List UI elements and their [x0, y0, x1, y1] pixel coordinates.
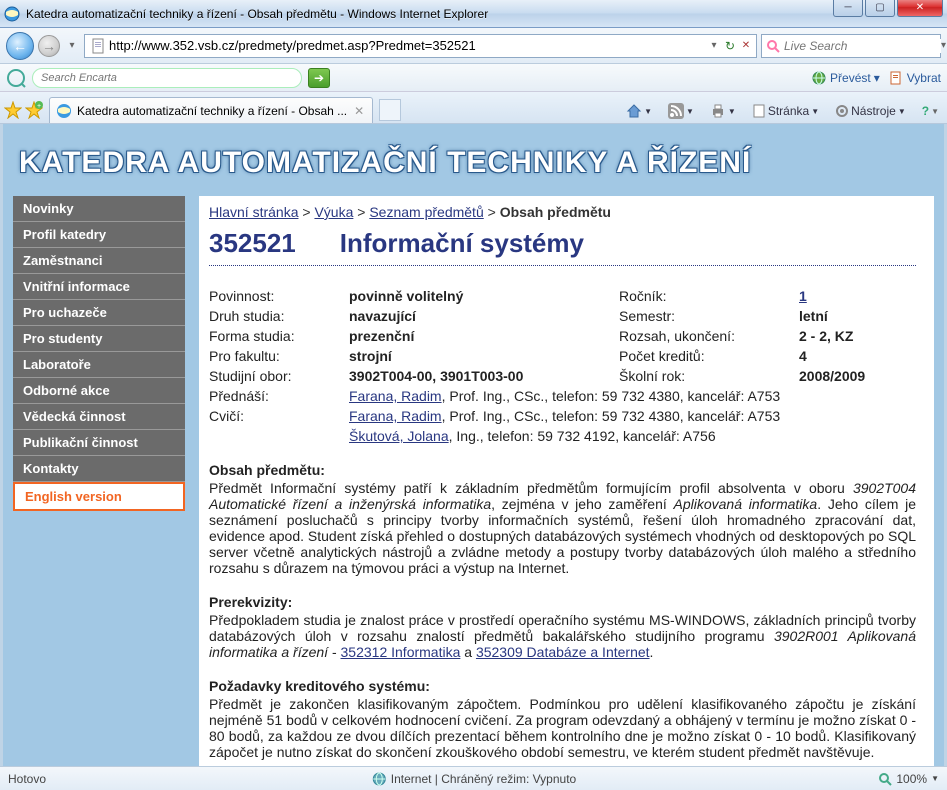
feeds-button[interactable]: ▼ — [664, 103, 698, 119]
zoom-icon[interactable] — [878, 772, 892, 786]
new-tab-button[interactable] — [379, 99, 401, 121]
sidebar-item[interactable]: Vnitřní informace — [13, 274, 185, 300]
sidebar-item[interactable]: Zaměstnanci — [13, 248, 185, 274]
status-bar: Hotovo Internet | Chráněný režim: Vypnut… — [0, 766, 947, 790]
search-box[interactable]: ▾ — [761, 34, 941, 58]
stop-icon[interactable]: ✕ — [738, 40, 754, 51]
tab-bar: + Katedra automatizační techniky a řízen… — [0, 92, 947, 124]
tab-title: Katedra automatizační techniky a řízení … — [77, 104, 347, 118]
page-icon — [90, 38, 106, 54]
back-button[interactable]: ← — [6, 32, 34, 60]
main-content: Hlavní stránka > Výuka > Seznam předmětů… — [199, 196, 934, 786]
sidebar-item[interactable]: Kontakty — [13, 456, 185, 482]
nav-toolbar: ← → ▾ ▾ ↻ ✕ ▾ — [0, 28, 947, 64]
browser-viewport[interactable]: KATEDRA AUTOMATIZAČNÍ TECHNIKY A ŘÍZENÍ … — [0, 124, 947, 786]
status-zone: Internet | Chráněný režim: Vypnuto — [391, 772, 576, 786]
encarta-search[interactable] — [32, 68, 302, 88]
print-button[interactable]: ▼ — [706, 103, 740, 119]
page-icon — [888, 70, 904, 86]
window-title: Katedra automatizační techniky a řízení … — [26, 7, 833, 21]
trainer-link[interactable]: Škutová, Jolana — [349, 428, 449, 444]
sidebar: Novinky Profil katedry Zaměstnanci Vnitř… — [13, 196, 185, 511]
subject-code: 352521 — [209, 228, 296, 259]
section-content: Obsah předmětu: Předmět Informační systé… — [209, 462, 916, 576]
subject-info: Povinnost:povinně volitelnýRočník:1 Druh… — [209, 286, 916, 444]
encarta-search-input[interactable] — [41, 72, 293, 84]
history-dropdown-icon[interactable]: ▾ — [64, 40, 80, 51]
breadcrumb: Hlavní stránka > Výuka > Seznam předmětů… — [209, 204, 916, 220]
sidebar-item[interactable]: Pro uchazeče — [13, 300, 185, 326]
lecturer-link[interactable]: Farana, Radim — [349, 388, 442, 404]
sidebar-item[interactable]: Laboratoře — [13, 352, 185, 378]
search-input[interactable] — [784, 39, 941, 53]
window-titlebar: Katedra automatizační techniky a řízení … — [0, 0, 947, 28]
encarta-toolbar: ➔ Převést▾ Vybrat — [0, 64, 947, 92]
address-bar[interactable]: ▾ ↻ ✕ — [84, 34, 757, 58]
ie-tab-icon — [56, 103, 72, 119]
internet-zone-icon — [371, 771, 387, 787]
section-credits: Požadavky kreditového systému: Předmět j… — [209, 678, 916, 760]
subject-name: Informační systémy — [340, 228, 584, 259]
encarta-go-button[interactable]: ➔ — [308, 68, 330, 88]
sidebar-item[interactable]: Novinky — [13, 196, 185, 222]
tab-close-icon[interactable]: ✕ — [352, 104, 366, 118]
add-favorites-icon[interactable]: + — [25, 101, 43, 119]
sidebar-english-version[interactable]: English version — [13, 482, 185, 511]
sidebar-item[interactable]: Odborné akce — [13, 378, 185, 404]
sidebar-item[interactable]: Pro studenty — [13, 326, 185, 352]
breadcrumb-current: Obsah předmětu — [500, 204, 611, 220]
address-dropdown-icon[interactable]: ▾ — [706, 40, 722, 51]
year-link[interactable]: 1 — [799, 288, 807, 304]
breadcrumb-teaching[interactable]: Výuka — [314, 204, 353, 220]
status-text: Hotovo — [8, 772, 46, 786]
encarta-icon — [6, 68, 26, 88]
home-button[interactable]: ▼ — [622, 103, 656, 119]
svg-text:+: + — [37, 103, 41, 110]
zoom-level[interactable]: 100% — [896, 772, 927, 786]
maximize-button[interactable]: ▢ — [865, 0, 895, 17]
translate-button[interactable]: Převést▾ — [811, 70, 880, 86]
zoom-dropdown-icon[interactable]: ▼ — [931, 774, 939, 783]
refresh-icon[interactable]: ↻ — [722, 39, 738, 53]
page-menu[interactable]: Stránka▼ — [748, 104, 823, 118]
trainer-link[interactable]: Farana, Radim — [349, 408, 442, 424]
tools-menu[interactable]: Nástroje▼ — [831, 104, 910, 118]
close-button[interactable]: ✕ — [897, 0, 943, 17]
sidebar-item[interactable]: Vědecká činnost — [13, 404, 185, 430]
minimize-button[interactable]: ─ — [833, 0, 863, 17]
address-input[interactable] — [109, 38, 706, 53]
prereq-link[interactable]: 352312 Informatika — [341, 644, 461, 660]
site-title: KATEDRA AUTOMATIZAČNÍ TECHNIKY A ŘÍZENÍ — [19, 146, 934, 180]
forward-button[interactable]: → — [38, 35, 60, 57]
favorites-star-icon[interactable] — [4, 101, 22, 119]
breadcrumb-subject-list[interactable]: Seznam předmětů — [369, 204, 483, 220]
section-prereq: Prerekvizity: Předpokladem studia je zna… — [209, 594, 916, 660]
breadcrumb-home[interactable]: Hlavní stránka — [209, 204, 298, 220]
prereq-link[interactable]: 352309 Databáze a Internet — [476, 644, 650, 660]
search-icon — [766, 39, 780, 53]
sidebar-item[interactable]: Publikační činnost — [13, 430, 185, 456]
globe-icon — [811, 70, 827, 86]
help-button[interactable]: ?▼ — [918, 104, 943, 118]
browser-tab[interactable]: Katedra automatizační techniky a řízení … — [49, 97, 373, 123]
sidebar-item[interactable]: Profil katedry — [13, 222, 185, 248]
ie-icon — [4, 6, 20, 22]
select-button[interactable]: Vybrat — [888, 70, 941, 86]
search-dropdown-icon[interactable]: ▾ — [941, 40, 946, 51]
